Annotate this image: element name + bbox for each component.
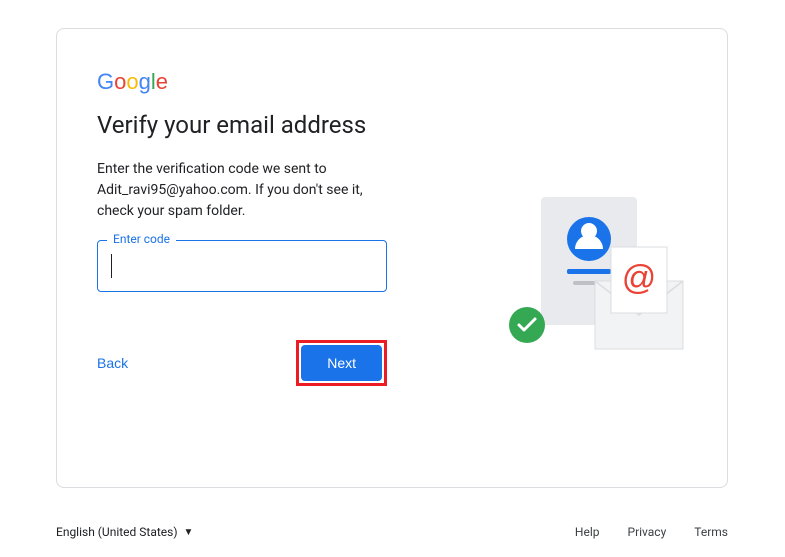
footer-links: Help Privacy Terms bbox=[575, 525, 728, 539]
logo-letter: o bbox=[126, 69, 138, 94]
signup-card: Google Verify your email address Enter t… bbox=[56, 28, 728, 488]
next-button-highlight: Next bbox=[296, 340, 387, 386]
code-input-label: Enter code bbox=[107, 232, 176, 246]
chevron-down-icon: ▼ bbox=[184, 527, 194, 538]
help-link[interactable]: Help bbox=[575, 525, 600, 539]
code-input-wrap: Enter code bbox=[97, 240, 387, 292]
back-button[interactable]: Back bbox=[97, 347, 128, 379]
logo-letter: g bbox=[139, 69, 151, 94]
svg-text:@: @ bbox=[622, 259, 657, 297]
footer: English (United States) ▼ Help Privacy T… bbox=[56, 525, 728, 539]
privacy-link[interactable]: Privacy bbox=[628, 525, 667, 539]
google-logo: Google bbox=[97, 69, 687, 93]
language-label: English (United States) bbox=[56, 525, 178, 539]
next-button[interactable]: Next bbox=[301, 345, 382, 381]
logo-letter: e bbox=[156, 69, 168, 94]
instruction-text: Enter the verification code we sent to A… bbox=[97, 159, 397, 222]
terms-link[interactable]: Terms bbox=[694, 525, 728, 539]
code-input[interactable] bbox=[97, 240, 387, 292]
page-title: Verify your email address bbox=[97, 111, 687, 139]
button-row: Back Next bbox=[97, 340, 387, 386]
verify-email-illustration: @ bbox=[487, 189, 687, 359]
language-selector[interactable]: English (United States) ▼ bbox=[56, 525, 193, 539]
text-cursor bbox=[111, 254, 112, 278]
logo-letter: G bbox=[97, 69, 114, 94]
logo-letter: o bbox=[114, 69, 126, 94]
